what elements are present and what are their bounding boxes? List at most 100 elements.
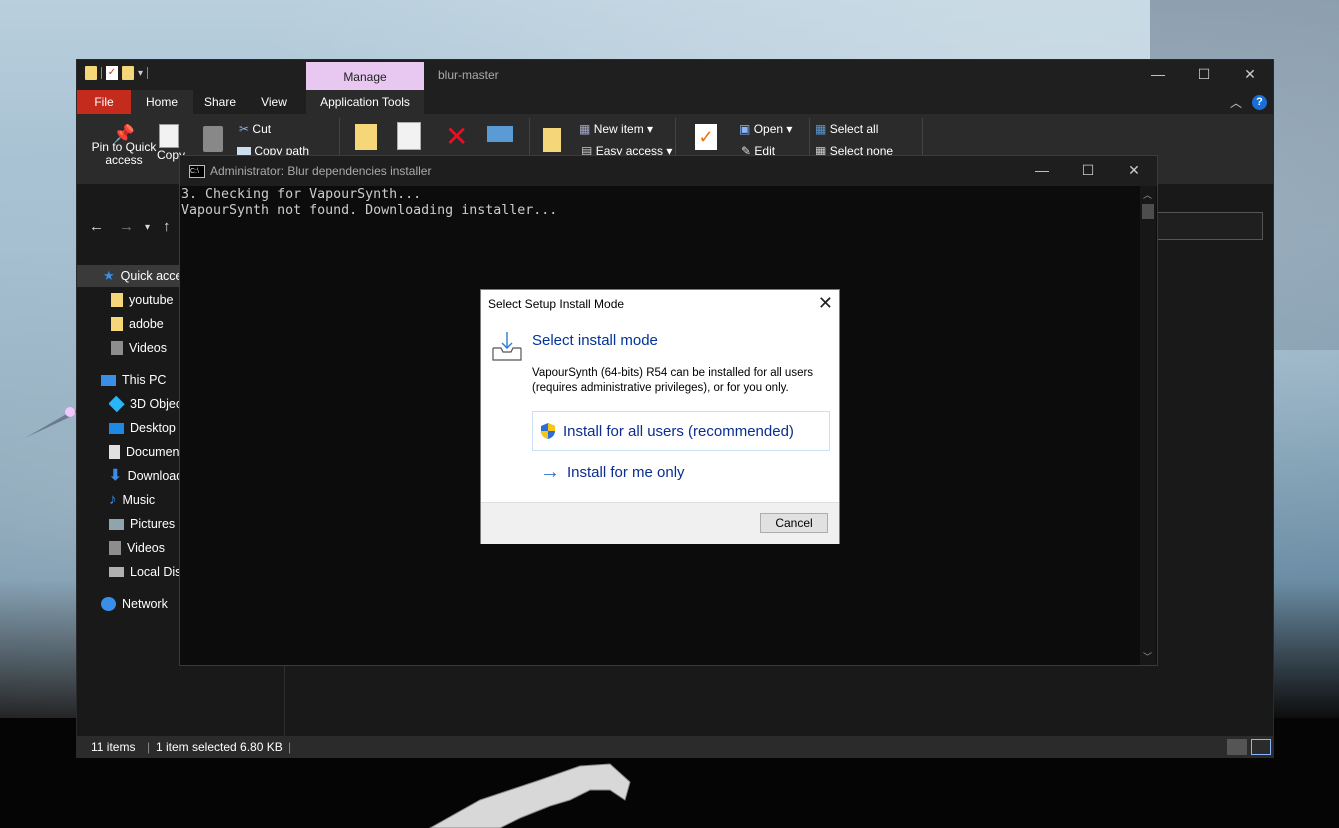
cube-icon [109, 395, 125, 413]
cut-label: Cut [252, 122, 272, 136]
wallpaper-spaceship [25, 407, 78, 438]
install-all-users-label: Install for all users (recommended) [563, 422, 794, 440]
tab-share[interactable]: Share [193, 90, 247, 114]
select-all-button[interactable]: ▦ Select all [815, 122, 878, 136]
dialog-description: VapourSynth (64-bits) R54 can be install… [532, 367, 814, 394]
details-view-icon[interactable] [1227, 739, 1247, 755]
new-folder-icon[interactable] [122, 66, 134, 80]
customize-toolbar-icon[interactable]: ▾ [138, 68, 143, 79]
console-title: Administrator: Blur dependencies install… [210, 164, 432, 178]
maximize-icon[interactable]: ☐ [1065, 156, 1111, 186]
maximize-icon[interactable]: ☐ [1181, 60, 1227, 90]
window-controls: — ☐ ✕ [1135, 60, 1273, 90]
new-item-label: New item [593, 122, 644, 136]
separator [922, 118, 923, 158]
move-to-icon[interactable] [355, 124, 377, 150]
close-icon[interactable]: ✕ [1111, 156, 1157, 186]
properties-icon[interactable]: ✓ [106, 66, 118, 80]
disk-icon [109, 567, 124, 577]
console-line: VapourSynth not found. Downloading insta… [181, 203, 558, 218]
tab-manage[interactable]: Manage [306, 62, 424, 90]
separator [809, 118, 810, 158]
dialog-heading: Select install mode [532, 332, 658, 349]
new-folder-icon[interactable] [543, 128, 561, 152]
scroll-up-icon[interactable]: ︿ [1143, 188, 1152, 201]
sidebar-item-label: Videos [129, 341, 167, 355]
selection-info: 1 item selected 6.80 KB [156, 740, 283, 754]
back-arrow-icon[interactable]: ← [89, 218, 104, 235]
delete-icon[interactable]: ✕ [445, 120, 468, 153]
dialog-title: Select Setup Install Mode [488, 297, 625, 311]
music-icon: ♪ [109, 491, 117, 508]
console-scrollbar[interactable]: ︿ ﹀ [1140, 186, 1156, 665]
sidebar-item-label: Network [122, 597, 168, 611]
large-icons-view-icon[interactable] [1251, 739, 1271, 755]
close-icon[interactable]: ✕ [1227, 60, 1273, 90]
pictures-icon [109, 518, 124, 530]
copy-icon [159, 124, 179, 148]
sidebar-item-label: youtube [129, 293, 174, 307]
separator [147, 67, 149, 79]
recent-locations-icon[interactable]: ▾ [145, 222, 150, 233]
console-titlebar: C:\ Administrator: Blur dependencies ins… [180, 156, 1157, 186]
separator [101, 67, 102, 79]
cut-button[interactable]: ✂ Cut [239, 122, 271, 136]
forward-arrow-icon[interactable]: → [119, 218, 134, 235]
tab-application-tools[interactable]: Application Tools [306, 90, 424, 114]
pin-label: Pin to Quick access [91, 140, 157, 167]
new-item-icon: ▦ [579, 122, 591, 136]
quick-access-toolbar: ✓ ▾ [85, 66, 149, 80]
desktop-icon [109, 422, 124, 434]
paste-icon[interactable] [203, 126, 223, 152]
explorer-titlebar: ✓ ▾ Manage blur-master — ☐ ✕ [77, 60, 1273, 90]
separator [529, 118, 530, 158]
pin-to-quick-access-button[interactable]: 📌 Pin to Quick access [85, 125, 163, 167]
scroll-down-icon[interactable]: ﹀ [1143, 650, 1152, 663]
properties-icon[interactable]: ✓ [695, 124, 717, 150]
download-icon: ⬇ [109, 467, 122, 484]
videos-icon [109, 541, 121, 555]
sidebar-item-label: Music [122, 493, 156, 507]
minimize-icon[interactable]: — [1019, 156, 1065, 186]
select-all-label: Select all [829, 122, 879, 136]
window-controls: — ☐ ✕ [1019, 156, 1157, 186]
cancel-button[interactable]: Cancel [760, 513, 828, 533]
wallpaper-horse-logo [428, 763, 631, 828]
dialog-footer: Cancel [481, 502, 839, 544]
folder-icon [111, 317, 123, 331]
sidebar-item-label: This PC [122, 373, 167, 387]
install-all-users-button[interactable]: Install for all users (recommended) [532, 411, 830, 451]
sidebar-item-label: Pictures [130, 517, 176, 531]
scrollbar-thumb[interactable] [1142, 204, 1154, 219]
network-icon [101, 597, 116, 611]
star-icon: ★ [103, 268, 115, 283]
sidebar-item-label: Videos [127, 541, 165, 555]
search-input[interactable] [1155, 212, 1263, 240]
folder-icon [111, 293, 123, 307]
console-line: 3. Checking for VapourSynth... [181, 187, 422, 202]
install-for-me-label: Install for me only [567, 463, 685, 481]
close-icon[interactable]: ✕ [818, 293, 833, 313]
help-icon[interactable]: ? [1252, 95, 1267, 110]
tab-home[interactable]: Home [131, 90, 193, 114]
open-label: Open [753, 122, 784, 136]
up-arrow-icon[interactable]: ↑ [163, 218, 171, 235]
scissors-icon: ✂ [239, 122, 250, 136]
install-for-me-button[interactable]: → Install for me only [532, 452, 830, 492]
collapse-ribbon-icon[interactable]: ︿ [1230, 94, 1242, 111]
tab-file[interactable]: File [77, 90, 131, 114]
console-output: 3. Checking for VapourSynth... VapourSynt… [181, 187, 557, 219]
open-button[interactable]: ▣ Open ▾ [739, 122, 792, 136]
select-all-icon: ▦ [815, 122, 827, 136]
folder-icon[interactable] [85, 66, 97, 80]
tab-view[interactable]: View [247, 90, 301, 114]
copy-to-icon[interactable] [397, 122, 421, 150]
ribbon-tabs: File Home Share View Application Tools [77, 90, 1273, 114]
minimize-icon[interactable]: — [1135, 60, 1181, 90]
new-item-button[interactable]: ▦ New item ▾ [579, 122, 653, 136]
status-separator: | [288, 740, 292, 754]
sidebar-item-label: Desktop [130, 421, 176, 435]
rename-icon[interactable] [487, 126, 513, 142]
separator [675, 118, 676, 158]
videos-icon [111, 341, 123, 355]
